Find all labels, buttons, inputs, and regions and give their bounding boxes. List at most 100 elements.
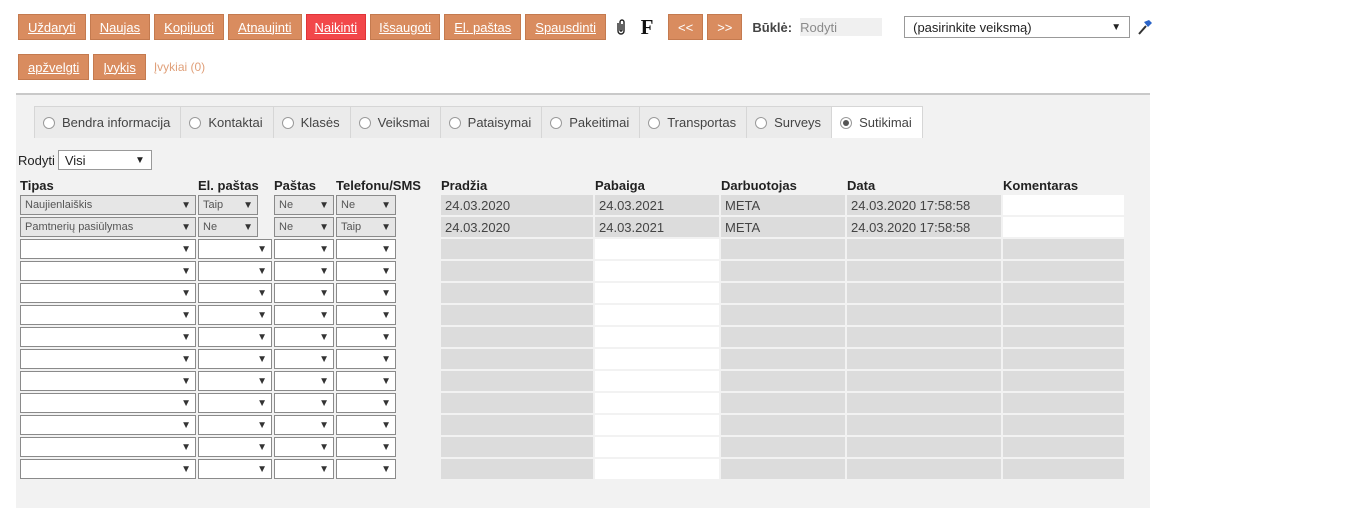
end-date-input[interactable] <box>595 349 719 369</box>
row-select[interactable]: Ne ▼ <box>274 217 334 237</box>
row-select[interactable]: ▼ <box>198 327 272 347</box>
row-select[interactable]: ▼ <box>274 459 334 479</box>
row-select[interactable]: ▼ <box>20 305 196 325</box>
row-select[interactable]: ▼ <box>198 437 272 457</box>
row-select[interactable]: ▼ <box>198 371 272 391</box>
comment-input[interactable] <box>1003 217 1124 237</box>
start-date-cell[interactable] <box>441 459 593 479</box>
start-date-cell[interactable] <box>441 305 593 325</box>
row-select[interactable]: ▼ <box>336 459 396 479</box>
row-select[interactable]: ▼ <box>274 305 334 325</box>
refresh-button[interactable]: Atnaujinti <box>228 14 302 40</box>
row-select[interactable]: ▼ <box>198 393 272 413</box>
action-select[interactable]: (pasirinkite veiksmą) ▼ <box>904 16 1131 38</box>
row-select[interactable]: ▼ <box>198 261 272 281</box>
tab-transportas[interactable]: Transportas <box>639 106 748 138</box>
start-date-cell[interactable] <box>441 283 593 303</box>
tab-kontaktai[interactable]: Kontaktai <box>180 106 274 138</box>
tab-pataisymai[interactable]: Pataisymai <box>439 106 543 138</box>
comment-cell[interactable] <box>1003 393 1124 413</box>
end-date-input[interactable] <box>595 261 719 281</box>
row-select[interactable]: Pamtnerių pasiūlymas ▼ <box>20 217 196 237</box>
comment-cell[interactable] <box>1003 371 1124 391</box>
new-button[interactable]: Naujas <box>89 14 151 40</box>
row-select[interactable]: Naujienlaiškis ▼ <box>20 195 196 215</box>
end-date-input[interactable] <box>595 437 719 457</box>
row-select[interactable]: ▼ <box>336 327 396 347</box>
tab-surveys[interactable]: Surveys <box>746 106 833 138</box>
end-date-input[interactable] <box>595 239 719 259</box>
paperclip-icon[interactable] <box>610 14 632 40</box>
comment-cell[interactable] <box>1003 239 1124 259</box>
comment-input[interactable] <box>1003 195 1124 215</box>
row-select[interactable]: ▼ <box>274 283 334 303</box>
start-date-cell[interactable] <box>441 239 593 259</box>
row-select[interactable]: ▼ <box>336 437 396 457</box>
close-button[interactable]: Uždaryti <box>18 14 86 40</box>
row-select[interactable]: ▼ <box>274 327 334 347</box>
event-button[interactable]: Įvykis <box>93 54 146 80</box>
row-select[interactable]: ▼ <box>20 349 196 369</box>
comment-cell[interactable] <box>1003 327 1124 347</box>
review-button[interactable]: apžvelgti <box>18 54 90 80</box>
row-select[interactable]: Ne ▼ <box>274 195 334 215</box>
row-select[interactable]: ▼ <box>20 393 196 413</box>
row-select[interactable]: ▼ <box>336 305 396 325</box>
row-select[interactable]: ▼ <box>20 261 196 281</box>
row-select[interactable]: ▼ <box>20 459 196 479</box>
next-button[interactable]: >> <box>707 14 743 40</box>
comment-cell[interactable] <box>1003 283 1124 303</box>
email-button[interactable]: El. paštas <box>444 14 522 40</box>
end-date-input[interactable] <box>595 371 719 391</box>
row-select[interactable]: ▼ <box>198 239 272 259</box>
row-select[interactable]: ▼ <box>336 261 396 281</box>
f-button[interactable]: F <box>636 14 658 40</box>
end-date-input[interactable] <box>595 459 719 479</box>
row-select[interactable]: ▼ <box>274 239 334 259</box>
row-select[interactable]: ▼ <box>336 239 396 259</box>
end-date-input[interactable] <box>595 283 719 303</box>
row-select[interactable]: ▼ <box>274 393 334 413</box>
start-date-cell[interactable] <box>441 261 593 281</box>
copy-button[interactable]: Kopijuoti <box>154 14 225 40</box>
comment-cell[interactable] <box>1003 261 1124 281</box>
end-date-input[interactable] <box>595 305 719 325</box>
start-date-cell[interactable] <box>441 415 593 435</box>
row-select[interactable]: ▼ <box>20 239 196 259</box>
start-date-cell[interactable] <box>441 327 593 347</box>
comment-cell[interactable] <box>1003 437 1124 457</box>
row-select[interactable]: ▼ <box>336 415 396 435</box>
row-select[interactable]: ▼ <box>336 349 396 369</box>
tab-klasės[interactable]: Klasės <box>272 106 351 138</box>
row-select[interactable]: Ne ▼ <box>198 217 258 237</box>
row-select[interactable]: ▼ <box>20 283 196 303</box>
end-date-input[interactable] <box>595 415 719 435</box>
comment-cell[interactable] <box>1003 305 1124 325</box>
print-button[interactable]: Spausdinti <box>525 14 606 40</box>
comment-cell[interactable] <box>1003 459 1124 479</box>
comment-cell[interactable] <box>1003 415 1124 435</box>
row-select[interactable]: Taip ▼ <box>198 195 258 215</box>
end-date-input[interactable] <box>595 393 719 413</box>
comment-cell[interactable] <box>1003 349 1124 369</box>
start-date-cell[interactable] <box>441 437 593 457</box>
row-select[interactable]: Ne ▼ <box>336 195 396 215</box>
save-button[interactable]: Išsaugoti <box>370 14 441 40</box>
row-select[interactable]: ▼ <box>274 349 334 369</box>
row-select[interactable]: ▼ <box>20 415 196 435</box>
hammer-icon[interactable] <box>1134 14 1156 40</box>
row-select[interactable]: ▼ <box>198 459 272 479</box>
row-select[interactable]: ▼ <box>20 437 196 457</box>
events-link[interactable]: Įvykiai (0) <box>154 60 205 74</box>
row-select[interactable]: ▼ <box>198 283 272 303</box>
tab-pakeitimai[interactable]: Pakeitimai <box>541 106 641 138</box>
row-select[interactable]: ▼ <box>198 415 272 435</box>
row-select[interactable]: ▼ <box>198 305 272 325</box>
delete-button[interactable]: Naikinti <box>305 14 367 40</box>
tab-sutikimai[interactable]: Sutikimai <box>831 106 923 138</box>
start-date-cell[interactable] <box>441 371 593 391</box>
start-date-cell[interactable] <box>441 393 593 413</box>
row-select[interactable]: ▼ <box>336 283 396 303</box>
end-date-input[interactable] <box>595 327 719 347</box>
row-select[interactable]: ▼ <box>274 261 334 281</box>
